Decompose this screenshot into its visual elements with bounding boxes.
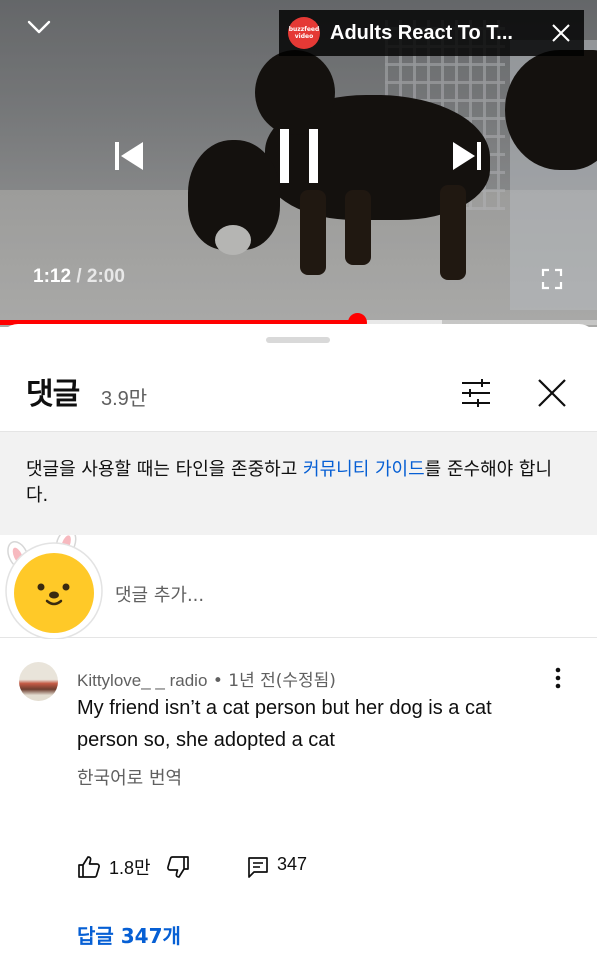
- add-comment-input[interactable]: 댓글 추가...: [115, 581, 204, 607]
- thumbs-down-icon[interactable]: [166, 855, 190, 879]
- chevron-down-icon[interactable]: [26, 14, 52, 40]
- channel-logo-text: buzzfeed video: [288, 26, 320, 40]
- meta-separator: •: [212, 671, 223, 691]
- sliders-icon[interactable]: [460, 377, 492, 409]
- community-guidelines-link[interactable]: 커뮤니티 가이드: [303, 459, 425, 480]
- close-icon[interactable]: [536, 377, 568, 409]
- channel-logo[interactable]: buzzfeed video: [288, 17, 320, 49]
- translate-button[interactable]: 한국어로 번역: [77, 764, 182, 790]
- notice-text: 댓글을 사용할 때는 타인을 존중하고: [26, 459, 304, 480]
- user-avatar[interactable]: [4, 535, 108, 639]
- duration: 2:00: [86, 266, 125, 287]
- pause-icon[interactable]: [276, 127, 322, 185]
- skip-next-icon[interactable]: [450, 139, 484, 173]
- current-time: 1:12: [33, 266, 72, 287]
- comments-title: 댓글: [26, 377, 80, 412]
- close-icon[interactable]: [550, 22, 572, 44]
- comment-meta: Kittylove_ _ radio • 1년 전(수정됨): [77, 666, 336, 691]
- time-separator: /: [76, 266, 82, 287]
- comment-timestamp: 1년 전(수정됨): [228, 671, 336, 691]
- thumbs-up-icon[interactable]: [77, 855, 101, 879]
- comments-panel: 댓글 3.9만 댓글을 사용할 때는 타인을 존중하고 커뮤니티 가이드를 준수…: [0, 324, 597, 960]
- more-vertical-icon[interactable]: [547, 665, 569, 691]
- playback-time: 1:12 / 2:00: [33, 266, 125, 288]
- skip-previous-icon[interactable]: [112, 139, 146, 173]
- comments-count: 3.9만: [101, 388, 148, 410]
- reply-count: 347: [277, 854, 308, 874]
- commenter-avatar[interactable]: [19, 662, 58, 701]
- like-count: 1.8만: [109, 858, 151, 878]
- comment-icon[interactable]: [246, 855, 270, 879]
- video-player[interactable]: buzzfeed video Adults React To T... 1:12…: [0, 0, 597, 327]
- fullscreen-icon[interactable]: [541, 268, 563, 290]
- video-title[interactable]: Adults React To T...: [330, 22, 550, 45]
- miniplayer-bar[interactable]: buzzfeed video Adults React To T...: [279, 10, 584, 56]
- comment-author[interactable]: Kittylove_ _ radio: [77, 671, 207, 690]
- view-replies-button[interactable]: 답글 347개: [77, 920, 181, 949]
- drag-handle[interactable]: [266, 337, 330, 343]
- community-guidelines-notice: 댓글을 사용할 때는 타인을 존중하고 커뮤니티 가이드를 준수해야 합니다.: [0, 431, 597, 535]
- comment-text: My friend isn’t a cat person but her dog…: [77, 697, 492, 751]
- add-comment-row[interactable]: 댓글 추가...: [0, 535, 597, 639]
